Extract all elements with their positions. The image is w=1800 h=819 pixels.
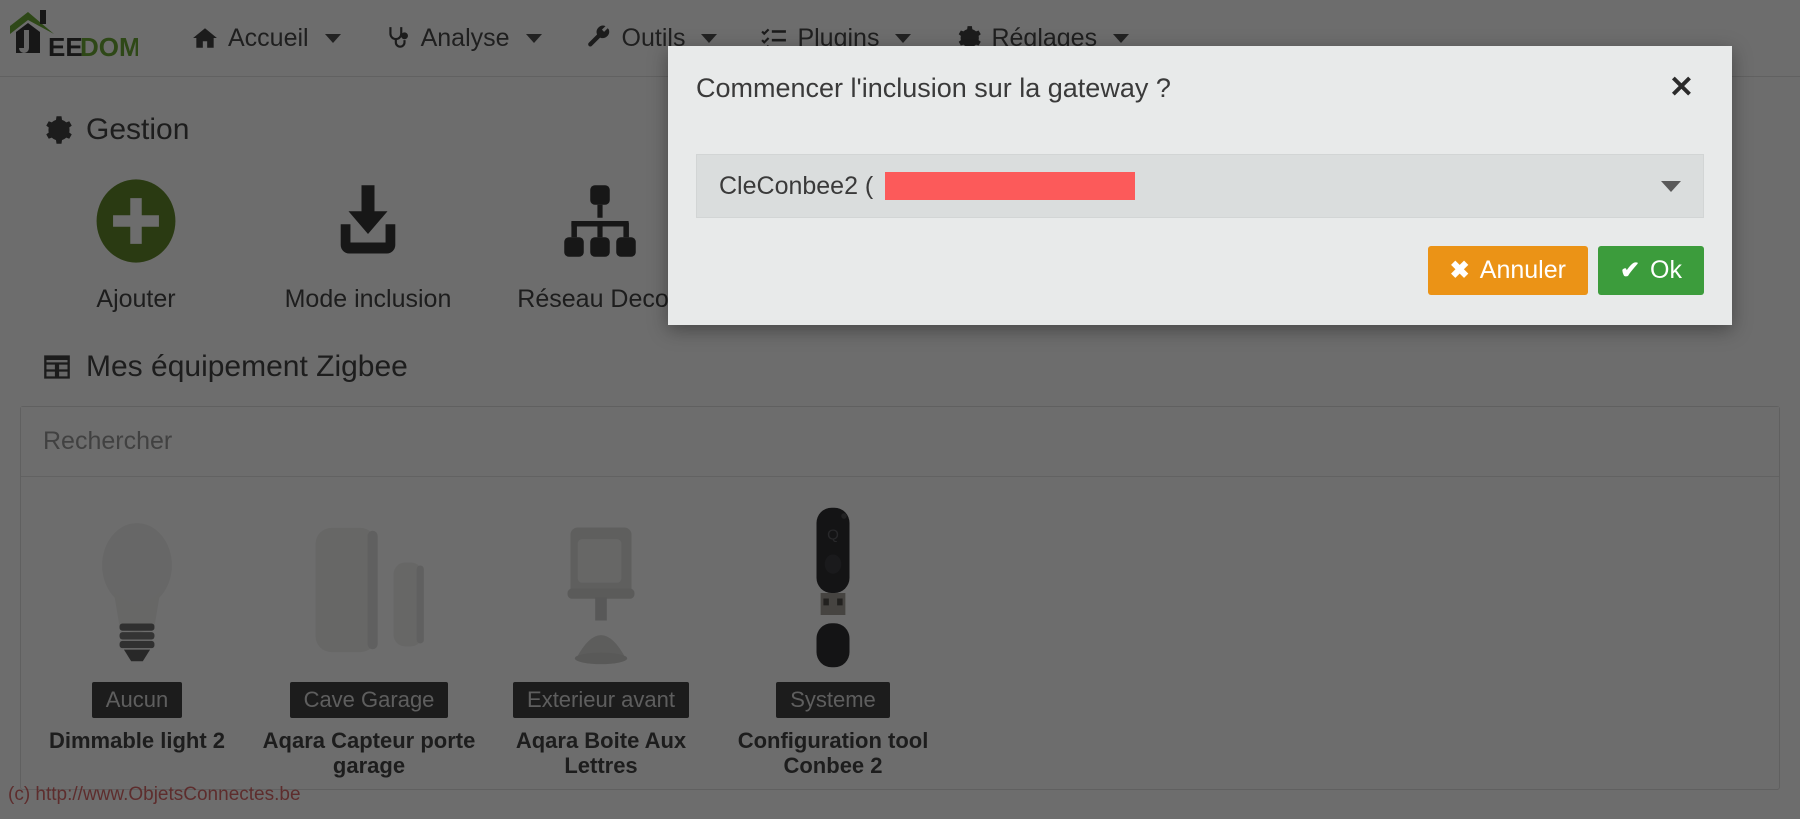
- chevron-down-icon: [1661, 181, 1681, 192]
- gateway-select[interactable]: CleConbee2 (: [696, 154, 1704, 218]
- modal-title: Commencer l'inclusion sur la gateway ?: [696, 72, 1171, 103]
- ok-button[interactable]: ✔ Ok: [1597, 246, 1704, 295]
- gateway-select-text: CleConbee2 (: [719, 171, 874, 200]
- ok-button-label: Ok: [1650, 256, 1682, 284]
- modal-footer: ✖ Annuler ✔ Ok: [668, 224, 1732, 325]
- close-icon[interactable]: ✕: [1663, 69, 1700, 107]
- close-icon: ✖: [1449, 256, 1470, 284]
- cancel-button[interactable]: ✖ Annuler: [1427, 246, 1588, 295]
- redaction-bar: [885, 172, 1136, 200]
- modal-body: CleConbee2 (: [668, 130, 1732, 224]
- cancel-button-label: Annuler: [1479, 256, 1566, 284]
- check-icon: ✔: [1619, 256, 1641, 284]
- modal-header: Commencer l'inclusion sur la gateway ? ✕: [668, 46, 1732, 130]
- gateway-select-value: CleConbee2 (: [719, 171, 1136, 201]
- inclusion-modal: Commencer l'inclusion sur la gateway ? ✕…: [668, 46, 1732, 325]
